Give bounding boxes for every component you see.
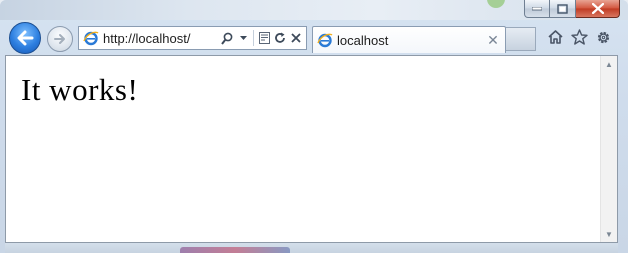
command-icons (546, 28, 612, 46)
stop-icon[interactable] (289, 30, 303, 46)
browser-window-frame: http://localhost/ localhost ✕ It works! … (0, 0, 628, 253)
address-bar[interactable]: http://localhost/ (78, 26, 307, 50)
gear-icon[interactable] (594, 28, 612, 46)
page-viewport[interactable]: It works! ▲ ▼ (5, 55, 618, 243)
chevron-down-icon[interactable] (236, 30, 250, 46)
vertical-scrollbar[interactable]: ▲ ▼ (600, 56, 617, 242)
ie-page-icon (83, 31, 99, 46)
compatibility-view-icon[interactable] (257, 30, 271, 46)
restore-icon (557, 3, 568, 14)
new-tab-button[interactable] (506, 27, 536, 51)
url-field[interactable]: http://localhost/ (103, 31, 220, 46)
search-icon[interactable] (220, 30, 234, 46)
caption-buttons (524, 0, 620, 18)
back-button[interactable] (9, 22, 41, 54)
back-arrow-icon (17, 30, 34, 46)
tab-close-icon[interactable]: ✕ (485, 32, 501, 49)
forward-arrow-icon (54, 34, 65, 44)
page-heading: It works! (21, 72, 139, 107)
home-icon[interactable] (546, 28, 564, 46)
maximize-button[interactable] (550, 0, 576, 18)
minimize-button[interactable] (524, 0, 550, 18)
address-separator (253, 30, 254, 46)
tab-label: localhost (337, 32, 389, 48)
forward-button[interactable] (47, 26, 73, 52)
close-button[interactable] (576, 0, 620, 18)
scroll-up-icon[interactable]: ▲ (601, 56, 617, 72)
tab-localhost[interactable]: localhost ✕ (312, 26, 506, 53)
minimize-icon (532, 6, 542, 10)
taskbar-glow (180, 247, 290, 253)
star-icon[interactable] (570, 28, 588, 46)
ie-tab-icon (317, 33, 333, 48)
window-bottom-border (5, 243, 618, 253)
refresh-icon[interactable] (273, 30, 287, 46)
close-window-icon (591, 3, 604, 14)
scroll-down-icon[interactable]: ▼ (601, 226, 617, 242)
